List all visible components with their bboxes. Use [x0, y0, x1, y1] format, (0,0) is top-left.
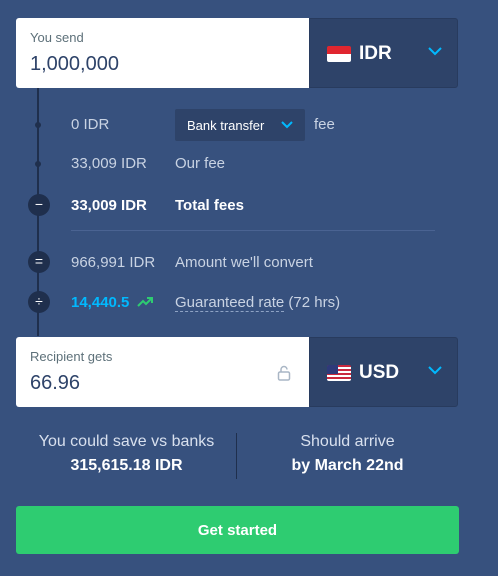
arrival-label: Should arrive — [300, 433, 395, 450]
get-started-button[interactable]: Get started — [16, 506, 459, 554]
transfer-summary: You could save vs banks 315,615.18 IDR S… — [16, 425, 458, 487]
chevron-down-icon — [428, 47, 442, 56]
convert-label: Amount we'll convert — [175, 254, 313, 271]
savings-value: 315,615.18 IDR — [70, 457, 183, 474]
exchange-rate-value: 14,440.5 — [71, 294, 130, 311]
send-currency-select[interactable]: IDR — [309, 18, 458, 88]
savings-summary: You could save vs banks 315,615.18 IDR — [16, 425, 237, 475]
arrival-summary: Should arrive by March 22nd — [237, 425, 458, 475]
send-amount-box[interactable]: You send — [16, 18, 309, 88]
recipient-amount-input[interactable] — [30, 372, 270, 395]
arrival-value: by March 22nd — [291, 457, 404, 474]
unlock-icon[interactable] — [277, 365, 291, 381]
savings-label: You could save vs banks — [38, 433, 215, 450]
indonesia-flag-icon — [327, 46, 351, 62]
total-fees-amount: 33,009 IDR — [71, 197, 147, 214]
send-currency-code: IDR — [359, 43, 392, 64]
our-fee-amount: 33,009 IDR — [71, 155, 147, 172]
send-amount-label: You send — [30, 30, 84, 45]
payment-method-dropdown[interactable]: Bank transfer — [175, 109, 305, 141]
fee-suffix: fee — [314, 116, 335, 133]
recipient-amount-box[interactable]: Recipient gets — [16, 337, 309, 407]
trend-up-icon — [137, 297, 153, 307]
guaranteed-rate-link[interactable]: Guaranteed rate — [175, 294, 285, 312]
chevron-down-icon — [428, 366, 442, 375]
divide-icon: ÷ — [28, 291, 50, 313]
payment-method-label: Bank transfer — [187, 118, 265, 133]
breakdown-divider — [71, 230, 435, 231]
recipient-amount-label: Recipient gets — [30, 349, 113, 364]
receive-currency-code: USD — [359, 362, 400, 383]
rate-duration: (72 hrs) — [288, 294, 341, 311]
guaranteed-rate-row: Guaranteed rate (72 hrs) — [175, 294, 341, 312]
minus-icon: − — [28, 194, 50, 216]
timeline-dot — [35, 122, 41, 128]
convert-amount: 966,991 IDR — [71, 254, 156, 271]
receive-currency-select[interactable]: USD — [309, 337, 458, 407]
us-flag-icon — [327, 365, 351, 381]
send-amount-input[interactable] — [30, 53, 270, 76]
chevron-down-icon — [281, 121, 293, 129]
timeline-dot — [35, 161, 41, 167]
equals-icon: = — [28, 251, 50, 273]
our-fee-label: Our fee — [175, 155, 226, 172]
transfer-fee-amount: 0 IDR — [71, 116, 110, 133]
total-fees-label: Total fees — [175, 197, 244, 214]
